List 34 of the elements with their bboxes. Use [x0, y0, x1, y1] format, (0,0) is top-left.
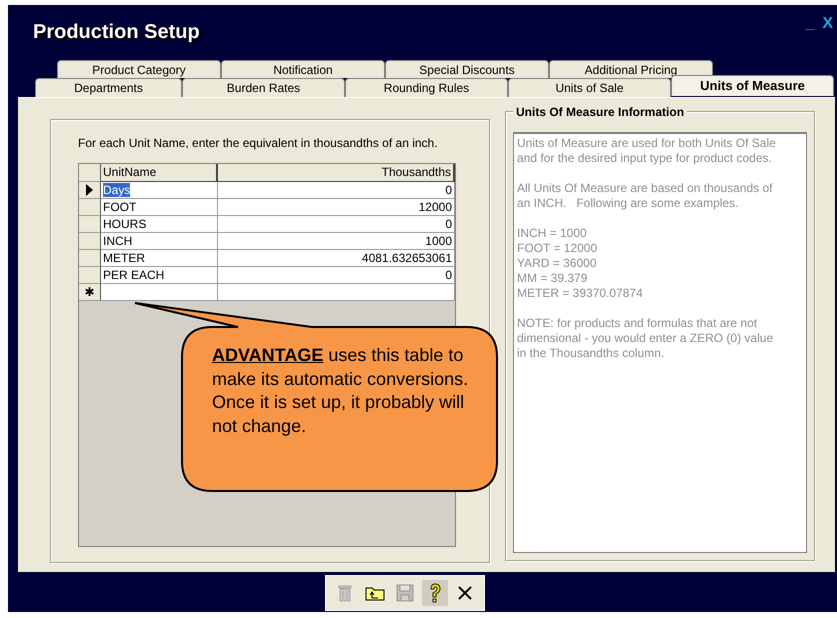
group-title: Units Of Measure Information — [513, 105, 688, 119]
tab[interactable]: Units of Measure — [671, 75, 834, 96]
tab[interactable]: Departments — [35, 78, 182, 97]
table-cell[interactable]: 12000 — [218, 199, 455, 216]
table-cell[interactable]: HOURS — [101, 216, 218, 233]
table-cell[interactable]: 1000 — [218, 233, 455, 250]
info-paragraph: All Units Of Measure are based on thousands of an INCH. Following are some examples. — [517, 181, 774, 211]
window-title: Production Setup — [33, 21, 201, 44]
close-button[interactable]: X — [818, 15, 837, 33]
tab[interactable]: Product Category — [57, 60, 221, 78]
table-cell[interactable]: 0 — [218, 267, 455, 284]
info-paragraph: INCH = 1000 FOOT = 12000 YARD = 36000 MM = 39.379 METER = 39370.07874 — [517, 226, 644, 301]
column-header[interactable]: UnitName — [101, 164, 218, 182]
table-cell[interactable]: PER EACH — [101, 267, 218, 284]
tab[interactable]: Special Discounts — [385, 60, 549, 78]
minimize-button[interactable]: _ — [801, 15, 818, 33]
table-cell[interactable]: 0 — [218, 182, 455, 199]
table-cell[interactable]: FOOT — [101, 199, 218, 216]
table-cell[interactable]: METER — [101, 250, 218, 267]
tab[interactable]: Rounding Rules — [345, 78, 508, 97]
table-cell[interactable]: 0 — [218, 216, 455, 233]
tab[interactable]: Additional Pricing — [549, 60, 713, 78]
table-cell[interactable]: Days — [101, 182, 218, 199]
info-paragraph: NOTE: for products and formulas that are not dimensional - you would enter a ZERO (0) value in the Thousandths column. — [517, 316, 774, 361]
column-header[interactable]: Thousandths — [218, 164, 455, 182]
tab[interactable]: Notification — [221, 60, 385, 78]
new-row-selector[interactable]: ✱ — [79, 284, 101, 301]
table-cell[interactable]: 4081.632653061 — [218, 250, 455, 267]
tab[interactable]: Burden Rates — [182, 78, 345, 97]
tab[interactable]: Units of Sale — [508, 78, 671, 97]
info-paragraph: Units of Measure are used for both Units Of Sale and for the desired input type for product codes. — [517, 136, 777, 166]
callout-text: ADVANTAGE uses this table to make its automatic conversions. Once it is set up, it probably will not change. — [212, 344, 470, 438]
instruction-text: For each Unit Name, enter the equivalent in thousandths of an inch. — [78, 136, 439, 150]
table-cell[interactable]: INCH — [101, 233, 218, 250]
